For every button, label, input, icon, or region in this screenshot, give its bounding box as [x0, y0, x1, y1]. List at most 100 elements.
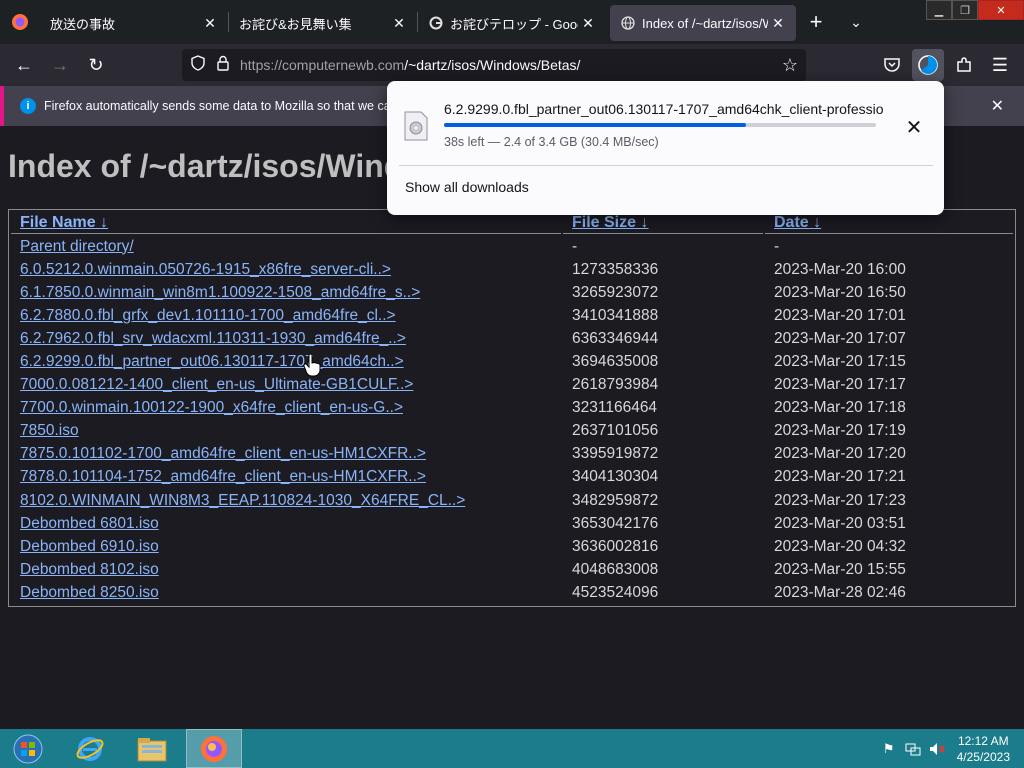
- file-link[interactable]: Debombed 6801.iso: [11, 513, 561, 534]
- file-link[interactable]: Debombed 8250.iso: [11, 582, 561, 603]
- pocket-icon[interactable]: [876, 49, 908, 81]
- file-size: 2637101056: [572, 422, 659, 440]
- bookmark-star-icon[interactable]: ☆: [782, 55, 798, 76]
- file-listing-table: File Name ↓ File Size ↓ Date ↓ Parent di…: [8, 209, 1016, 607]
- file-icon: [403, 111, 429, 141]
- system-clock[interactable]: 12:12 AM 4/25/2023: [957, 733, 1010, 765]
- url-path: /~dartz/isos/Windows/Betas/: [404, 57, 581, 73]
- restore-button[interactable]: ❐: [952, 0, 978, 20]
- file-size: 3636002816: [572, 537, 659, 555]
- reload-button[interactable]: ↻: [80, 49, 112, 81]
- file-link[interactable]: 7850.iso: [11, 421, 561, 442]
- file-link[interactable]: 8102.0.WINMAIN_WIN8M3_EEAP.110824-1030_X…: [11, 490, 561, 511]
- tab-1[interactable]: 放送の事故 ✕: [40, 5, 228, 41]
- table-row: 6.2.9299.0.fbl_partner_out06.130117-1707…: [11, 351, 1013, 372]
- file-link[interactable]: 7878.0.101104-1752_amd64fre_client_en-us…: [11, 467, 561, 488]
- taskbar: ⚑ 12:12 AM 4/25/2023: [0, 729, 1024, 768]
- window-controls: ▁ ❐ ✕: [926, 0, 1024, 20]
- table-row: 8102.0.WINMAIN_WIN8M3_EEAP.110824-1030_X…: [11, 490, 1013, 511]
- forward-button[interactable]: →: [44, 49, 76, 81]
- back-button[interactable]: ←: [8, 49, 40, 81]
- start-button[interactable]: [0, 729, 56, 768]
- table-row: 7878.0.101104-1752_amd64fre_client_en-us…: [11, 467, 1013, 488]
- file-date: 2023-Mar-20 16:50: [774, 283, 906, 301]
- new-tab-button[interactable]: +: [802, 8, 830, 36]
- firefox-view-icon[interactable]: [0, 0, 40, 44]
- clock-date: 4/25/2023: [956, 749, 1010, 764]
- table-row: Debombed 8102.iso 4048683008 2023-Mar-20 1…: [11, 559, 1013, 580]
- file-size: 3482959872: [572, 491, 659, 509]
- file-size: 4048683008: [572, 560, 659, 578]
- file-size: 3653042176: [572, 514, 659, 532]
- close-icon[interactable]: ✕: [991, 96, 1004, 116]
- volume-muted-icon[interactable]: [927, 739, 947, 759]
- column-header-file-size[interactable]: File Size ↓: [563, 212, 763, 234]
- file-size: 3410341888: [572, 306, 659, 324]
- minimize-button[interactable]: ▁: [926, 0, 952, 20]
- file-link[interactable]: 6.2.7880.0.fbl_grfx_dev1.101110-1700_amd…: [11, 305, 561, 326]
- internet-explorer-icon[interactable]: [62, 729, 118, 768]
- tab-3[interactable]: お詫びテロップ - Google ✕: [418, 5, 606, 41]
- navigation-toolbar: ← → ↻ https://computernewb.com/~dartz/is…: [0, 44, 1024, 86]
- shield-icon[interactable]: [190, 54, 206, 76]
- download-filename[interactable]: 6.2.9299.0.fbl_partner_out06.130117-1707…: [444, 101, 896, 117]
- close-icon[interactable]: ✕: [768, 13, 788, 33]
- close-window-button[interactable]: ✕: [978, 0, 1024, 20]
- show-all-downloads-button[interactable]: Show all downloads: [405, 179, 529, 195]
- file-date: 2023-Mar-20 03:51: [774, 514, 906, 532]
- file-link[interactable]: 6.1.7850.0.winmain_win8m1.100922-1508_am…: [11, 282, 561, 303]
- toolbar-right: ☰: [872, 49, 1016, 81]
- file-explorer-icon[interactable]: [124, 729, 180, 768]
- tab-title: お詫び&お見舞い集: [239, 16, 352, 32]
- url-text[interactable]: https://computernewb.com/~dartz/isos/Win…: [240, 57, 580, 73]
- file-link[interactable]: 7875.0.101102-1700_amd64fre_client_en-us…: [11, 444, 561, 465]
- file-size: 1273358336: [572, 260, 659, 278]
- file-size: 3265923072: [572, 283, 659, 301]
- globe-icon: [620, 15, 636, 31]
- firefox-taskbar-icon[interactable]: [186, 729, 242, 768]
- downloads-button[interactable]: [912, 49, 944, 81]
- divider: [399, 165, 933, 166]
- file-date: -: [774, 237, 780, 255]
- file-link[interactable]: 6.0.5212.0.winmain.050726-1915_x86fre_se…: [11, 259, 561, 280]
- close-icon[interactable]: ✕: [578, 13, 598, 33]
- tab-2[interactable]: お詫び&お見舞い集 ✕: [229, 5, 417, 41]
- column-header-date[interactable]: Date ↓: [765, 212, 1013, 234]
- file-link[interactable]: 6.2.9299.0.fbl_partner_out06.130117-1707…: [11, 351, 561, 372]
- parent-directory-link[interactable]: Parent directory/: [11, 236, 561, 257]
- page-title: Index of /~dartz/isos/Wind: [8, 148, 404, 184]
- table-row: Debombed 6910.iso 3636002816 2023-Mar-20 0…: [11, 536, 1013, 557]
- table-row: 6.0.5212.0.winmain.050726-1915_x86fre_se…: [11, 259, 1013, 280]
- file-date: 2023-Mar-20 15:55: [774, 560, 906, 578]
- file-link[interactable]: 7700.0.winmain.100122-1900_x64fre_client…: [11, 398, 561, 419]
- close-icon[interactable]: ✕: [200, 13, 220, 33]
- column-header-file-name[interactable]: File Name ↓: [11, 212, 561, 234]
- cancel-download-button[interactable]: ✕: [901, 114, 927, 140]
- lock-icon[interactable]: [216, 55, 230, 76]
- file-date: 2023-Mar-20 04:32: [774, 537, 906, 555]
- hamburger-menu-icon[interactable]: ☰: [984, 49, 1016, 81]
- file-link[interactable]: Debombed 6910.iso: [11, 536, 561, 557]
- info-icon: i: [20, 98, 36, 114]
- tab-4-active[interactable]: Index of /~dartz/isos/Wi ✕: [610, 5, 796, 41]
- file-size: 6363346944: [572, 329, 659, 347]
- table-row: 6.2.7962.0.fbl_srv_wdacxml.110311-1930_a…: [11, 328, 1013, 349]
- downloads-panel: 6.2.9299.0.fbl_partner_out06.130117-1707…: [387, 81, 944, 215]
- file-link[interactable]: Debombed 8102.iso: [11, 559, 561, 580]
- file-date: 2023-Mar-28 02:46: [774, 583, 906, 601]
- file-date: 2023-Mar-20 16:00: [774, 260, 906, 278]
- url-bar[interactable]: https://computernewb.com/~dartz/isos/Win…: [182, 49, 806, 81]
- table-row: 7875.0.101102-1700_amd64fre_client_en-us…: [11, 444, 1013, 465]
- download-status: 38s left — 2.4 of 3.4 GB (30.4 MB/sec): [444, 135, 659, 149]
- file-link[interactable]: 7000.0.081212-1400_client_en-us_Ultimate…: [11, 375, 561, 396]
- close-icon[interactable]: ✕: [389, 13, 409, 33]
- extensions-icon[interactable]: [948, 49, 980, 81]
- flag-icon[interactable]: ⚑: [879, 739, 899, 759]
- network-icon[interactable]: [903, 739, 923, 759]
- file-size: 2618793984: [572, 376, 659, 394]
- file-link[interactable]: 6.2.7962.0.fbl_srv_wdacxml.110311-1930_a…: [11, 328, 561, 349]
- chevron-down-icon[interactable]: ⌄: [842, 8, 870, 36]
- file-date: 2023-Mar-20 17:07: [774, 329, 906, 347]
- table-row: Debombed 6801.iso 3653042176 2023-Mar-20 0…: [11, 513, 1013, 534]
- tab-title: Index of /~dartz/isos/Wi: [642, 15, 768, 31]
